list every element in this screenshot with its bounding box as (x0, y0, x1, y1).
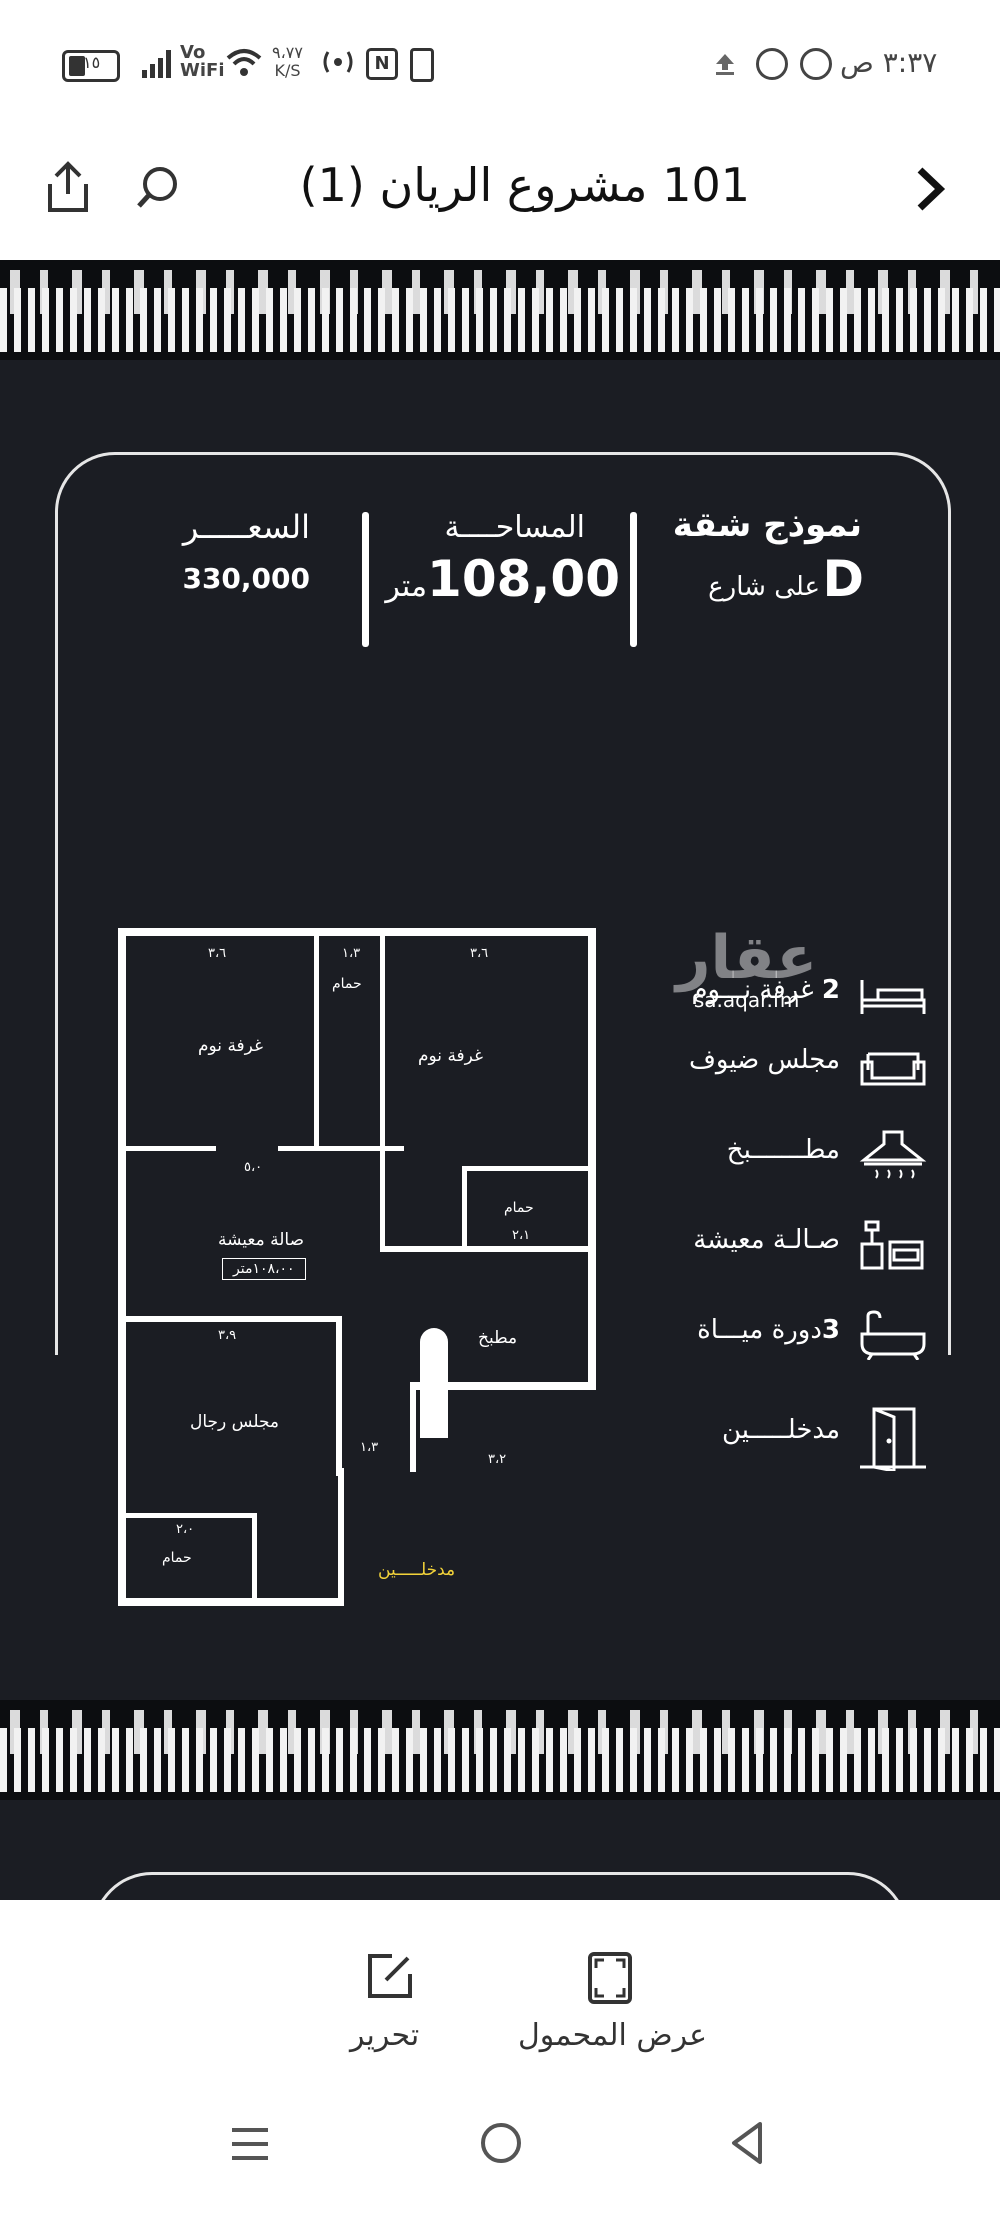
plan-label-majlis: مجلس رجال (190, 1412, 280, 1432)
plan-label-kitchen: مطبخ (478, 1328, 518, 1348)
bathtub-icon (860, 1310, 926, 1360)
chevron-right-icon[interactable] (910, 164, 950, 214)
network-speed: ٩،٧٧ K/S (272, 43, 303, 80)
plan-label-living: صالة معيشة (218, 1230, 305, 1250)
area-title: المساحــــة (444, 510, 585, 545)
plan-label-bedroom1: غرفة نوم (198, 1036, 263, 1056)
back-triangle-icon[interactable] (726, 2120, 770, 2166)
upload-icon (716, 54, 734, 75)
price-value: 330,000 (182, 562, 310, 595)
feature-item: 2 غرفة نـــوم (691, 975, 840, 1005)
fullscreen-icon (588, 1952, 632, 2004)
hotspot-icon (323, 51, 353, 73)
feature-item: مطـــــــبخ (726, 1135, 840, 1165)
plan-dim: ٣،٩ (218, 1328, 237, 1343)
home-circle-icon[interactable] (478, 2120, 524, 2166)
floor-plan: غرفة نوم حمام غرفة نوم حمام صالة معيشة ١… (118, 928, 596, 1606)
area-value: 108,00متر (385, 550, 620, 608)
feature-item: صـالـة معيشة (693, 1225, 840, 1255)
vibrate-icon (410, 48, 434, 82)
fullscreen-button[interactable]: عرض المحمول (514, 1950, 708, 2080)
plan-dim: ٣،٦ (208, 946, 227, 961)
system-nav-bar (0, 2100, 1000, 2222)
whatsapp-icon-2 (800, 48, 832, 80)
menu-icon[interactable] (228, 2122, 272, 2166)
battery-icon: ١٥ (62, 50, 120, 82)
plan-dim: ١،٣ (360, 1440, 379, 1455)
plan-dim: ١،٣ (342, 946, 361, 961)
search-icon[interactable] (134, 162, 184, 212)
door-icon (860, 1407, 926, 1471)
title-bar: 101 مشروع الريان (1) (0, 130, 1000, 260)
divider (630, 512, 637, 647)
plan-dim: ٢،١ (512, 1228, 531, 1243)
whatsapp-icon (756, 48, 788, 80)
plan-dim: ٣،٢ (488, 1452, 507, 1467)
signal-icon (142, 50, 174, 78)
feature-item: 3دورة ميـــاة (697, 1315, 840, 1345)
fullscreen-label: عرض المحمول (518, 2018, 708, 2053)
vowifi-label: Vo WiFi (180, 42, 225, 81)
page-title: 101 مشروع الريان (1) (299, 158, 750, 212)
stove-hood-icon (859, 1130, 927, 1179)
image-viewer[interactable]: نموذج شقة D على شارع المساحــــة 108,00م… (0, 260, 1000, 1900)
model-subtitle: على شارع (708, 572, 820, 602)
plan-label-bedroom2: غرفة نوم (418, 1046, 483, 1066)
plan-label-living-area: ١٠٨،٠٠متر (222, 1258, 306, 1280)
wifi-icon (226, 49, 262, 76)
nfc-icon: N (366, 48, 398, 80)
next-card-frame (92, 1872, 908, 1900)
clock: ٣:٣٧ ص (840, 46, 938, 79)
bottom-toolbar: تحرير عرض المحمول (0, 1900, 1000, 2100)
decorative-pattern-bottom (0, 1700, 1000, 1800)
plan-label-bath2: حمام (504, 1200, 534, 1216)
plan-label-entrance: مدخلـــــين (378, 1560, 456, 1580)
plan-dim: ٣،٦ (470, 946, 489, 961)
bed-icon (860, 980, 926, 1014)
share-icon[interactable] (44, 160, 92, 214)
plan-dim: ٥،٠ (244, 1160, 263, 1175)
edit-label: تحرير (350, 2018, 420, 2053)
plan-label-bath3: حمام (162, 1550, 192, 1566)
living-room-icon (860, 1220, 924, 1270)
plan-dim: ٢،٠ (176, 1522, 195, 1537)
price-title: السعـــــر (182, 508, 310, 546)
feature-item: مدخلـــــين (722, 1415, 840, 1445)
feature-item: مجلس ضيوف (688, 1045, 840, 1075)
status-bar: ١٥ Vo WiFi ٩،٧٧ K/S N ٣:٣٧ ص (0, 0, 1000, 130)
model-title: نموذج شقة (672, 505, 862, 545)
decorative-pattern-top (0, 260, 1000, 360)
model-letter: D (822, 550, 864, 608)
edit-icon (368, 1954, 412, 1998)
divider (362, 512, 369, 647)
battery-level: ١٥ (83, 53, 101, 72)
sofa-icon (860, 1052, 926, 1086)
plan-label-bath1: حمام (332, 976, 362, 992)
edit-button[interactable]: تحرير (340, 1950, 440, 2080)
